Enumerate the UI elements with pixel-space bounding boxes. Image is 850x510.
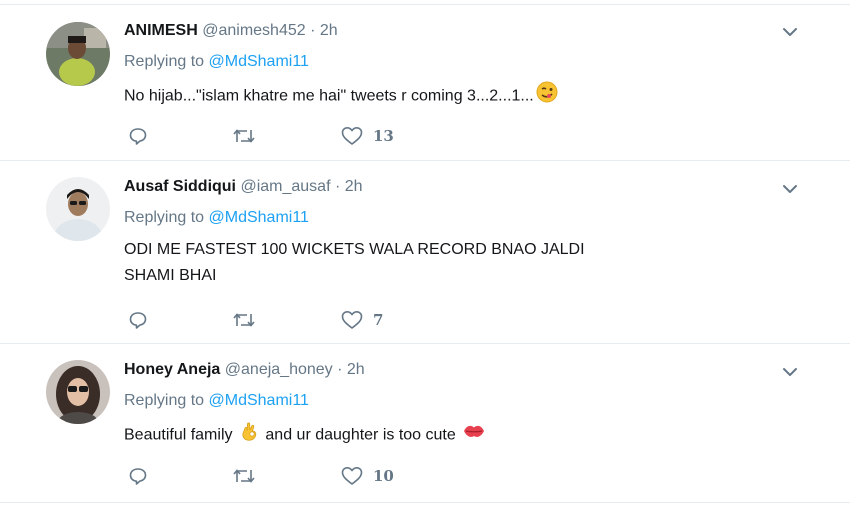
tweet-text: No hijab..."islam khatre me hai" tweets … xyxy=(124,81,684,112)
reply-button[interactable] xyxy=(128,308,148,332)
chevron-down-icon[interactable] xyxy=(780,179,800,199)
like-button[interactable]: 13 xyxy=(341,124,394,148)
replying-to: Replying to @MdShami11 xyxy=(124,52,309,72)
avatar[interactable] xyxy=(46,360,110,424)
timestamp[interactable]: 2h xyxy=(347,361,365,378)
winking-face-emoji xyxy=(536,81,558,112)
reply-button[interactable] xyxy=(128,124,148,148)
tweet-honey-aneja[interactable]: Honey Aneja @aneja_honey · 2h Replying t… xyxy=(0,344,850,502)
replying-to: Replying to @MdShami11 xyxy=(124,391,309,411)
tweet-text-line: SHAMI BHAI xyxy=(124,267,217,284)
mention-link[interactable]: @MdShami11 xyxy=(209,53,309,70)
like-count: 10 xyxy=(373,467,394,485)
separator-dot: · xyxy=(334,178,341,195)
tweet-actions: 13 xyxy=(128,124,548,148)
retweet-icon xyxy=(232,310,256,330)
retweet-button[interactable] xyxy=(232,308,256,332)
ok-hand-emoji xyxy=(239,420,261,451)
tweet-divider xyxy=(0,502,850,503)
like-button[interactable]: 10 xyxy=(341,464,394,488)
tweet-text-part: Beautiful family xyxy=(124,426,233,444)
tweet-text-part: and ur daughter is too cute xyxy=(265,426,456,444)
retweet-icon xyxy=(232,466,256,486)
display-name[interactable]: ANIMESH xyxy=(124,22,198,39)
mention-link[interactable]: @MdShami11 xyxy=(209,209,309,226)
reply-feed: ANIMESH @animesh452 · 2h Replying to @Md… xyxy=(0,0,850,510)
retweet-button[interactable] xyxy=(232,464,256,488)
replying-label: Replying to xyxy=(124,392,205,409)
replying-label: Replying to xyxy=(124,53,205,70)
chevron-down-icon[interactable] xyxy=(780,362,800,382)
display-name[interactable]: Honey Aneja xyxy=(124,361,220,378)
user-handle[interactable]: @animesh452 xyxy=(202,22,305,39)
tweet-header: ANIMESH @animesh452 · 2h xyxy=(124,21,338,41)
separator-dot: · xyxy=(310,22,316,39)
tweet-actions: 10 xyxy=(128,464,548,488)
tweet-text: ODI ME FASTEST 100 WICKETS WALA RECORD B… xyxy=(124,237,684,289)
retweet-icon xyxy=(232,126,256,146)
heart-icon xyxy=(341,310,363,330)
mention-link[interactable]: @MdShami11 xyxy=(209,392,309,409)
like-count: 7 xyxy=(373,311,384,329)
avatar[interactable] xyxy=(46,177,110,241)
tweet-header: Ausaf Siddiqui @iam_ausaf · 2h xyxy=(124,177,363,197)
tweet-header: Honey Aneja @aneja_honey · 2h xyxy=(124,360,365,380)
kiss-mark-emoji xyxy=(462,422,486,449)
reply-button[interactable] xyxy=(128,464,148,488)
tweet-text-content: No hijab..."islam khatre me hai" tweets … xyxy=(124,87,534,105)
tweet-text: Beautiful family and ur daughter is too … xyxy=(124,420,684,451)
separator-dot: · xyxy=(337,361,343,378)
heart-icon xyxy=(341,126,363,146)
retweet-button[interactable] xyxy=(232,124,256,148)
replying-label: Replying to xyxy=(124,209,205,226)
display-name[interactable]: Ausaf Siddiqui xyxy=(124,178,236,195)
tweet-animesh[interactable]: ANIMESH @animesh452 · 2h Replying to @Md… xyxy=(0,0,850,160)
tweet-text-line: ODI ME FASTEST 100 WICKETS WALA RECORD B… xyxy=(124,241,585,258)
replying-to: Replying to @MdShami11 xyxy=(124,208,309,228)
like-button[interactable]: 7 xyxy=(341,308,383,332)
heart-icon xyxy=(341,466,363,486)
user-handle[interactable]: @aneja_honey xyxy=(225,361,333,378)
reply-icon xyxy=(128,310,148,330)
tweet-actions: 7 xyxy=(128,308,548,332)
user-handle[interactable]: @iam_ausaf xyxy=(240,178,330,195)
reply-icon xyxy=(128,466,148,486)
avatar[interactable] xyxy=(46,22,110,86)
tweet-ausaf-siddiqui[interactable]: Ausaf Siddiqui @iam_ausaf · 2h Replying … xyxy=(0,161,850,343)
like-count: 13 xyxy=(373,127,394,145)
timestamp[interactable]: 2h xyxy=(320,22,338,39)
chevron-down-icon[interactable] xyxy=(780,22,800,42)
timestamp[interactable]: 2h xyxy=(345,178,363,195)
reply-icon xyxy=(128,126,148,146)
